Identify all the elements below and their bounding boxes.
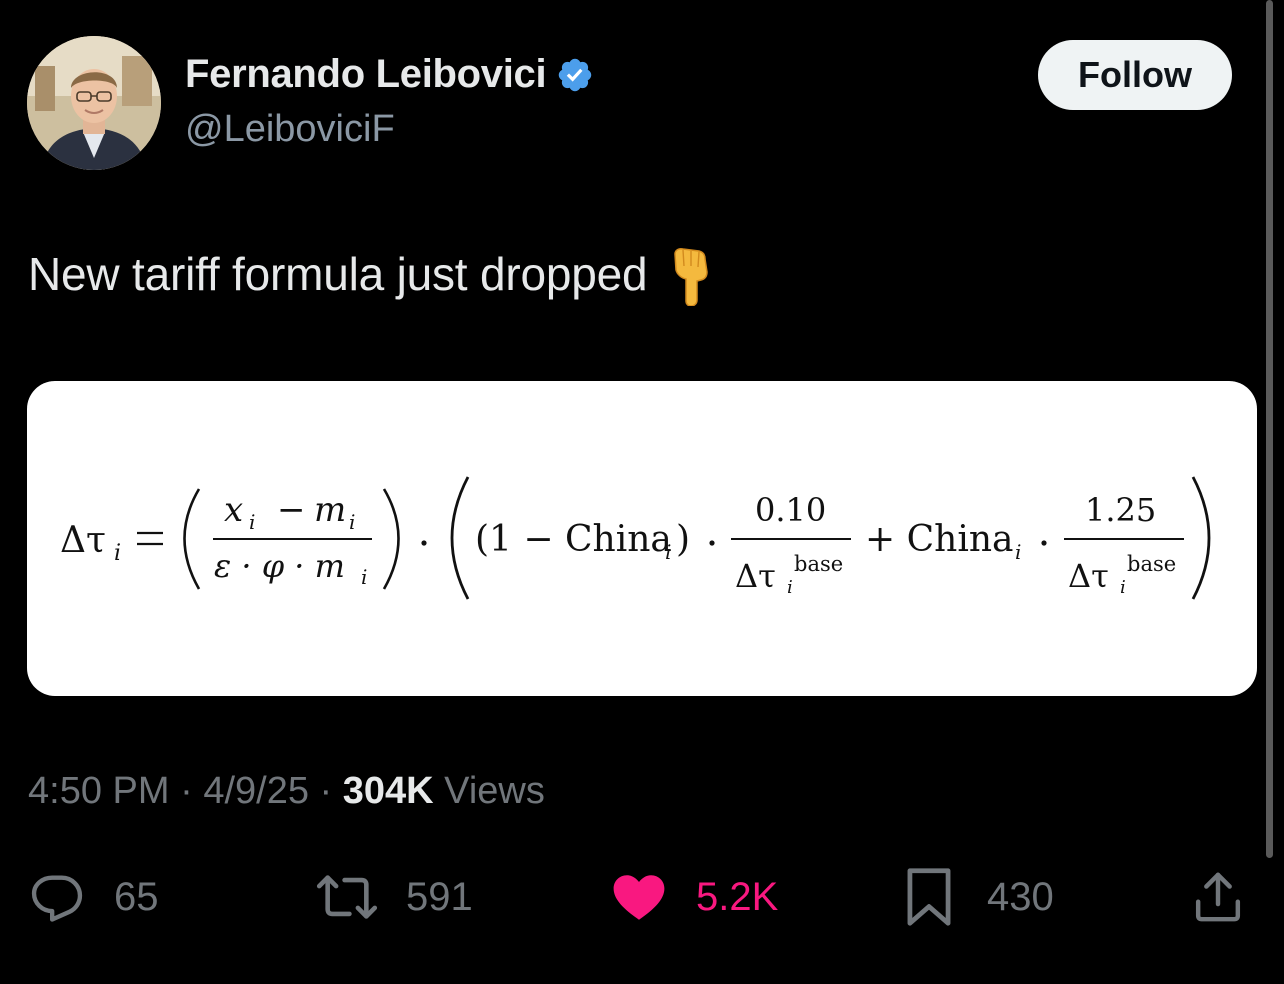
china-sub-1: i	[665, 540, 671, 564]
frac1-num-m-sub: i	[349, 510, 355, 534]
repost-icon	[316, 875, 378, 919]
frac3-den-sup: base	[1127, 552, 1176, 576]
tweet-detail: Fernando Leibovici @LeiboviciF Follow Ne…	[0, 0, 1284, 984]
frac3-den-sub: i	[1120, 577, 1126, 598]
frac3-num: 1.25	[1085, 491, 1156, 529]
formula-lhs-sub: i	[114, 541, 121, 566]
post-date[interactable]: 4/9/25	[203, 770, 309, 812]
mult-dot-2	[709, 540, 715, 546]
frac1-num-minus: −	[277, 490, 306, 530]
avatar-photo	[27, 36, 161, 170]
frac1-den: ε · φ · m	[214, 547, 345, 585]
author-name-row[interactable]: Fernando Leibovici	[185, 52, 594, 97]
frac1-den-sub: i	[361, 565, 367, 589]
like-button[interactable]: 5.2K	[610, 862, 778, 932]
china-sub-2: i	[1015, 540, 1021, 564]
like-count: 5.2K	[696, 874, 779, 919]
reply-button[interactable]: 65	[28, 862, 159, 932]
formula-image[interactable]: Δτ i x i − m i ε · φ · m i (1 − China i …	[27, 381, 1257, 696]
share-icon	[1195, 872, 1241, 922]
frac1-num-m: m	[314, 490, 346, 530]
bookmark-count: 430	[987, 874, 1054, 919]
pointing-down-emoji-icon	[674, 248, 709, 306]
plus-china: + China	[865, 519, 1014, 560]
reply-icon	[31, 875, 83, 922]
group-start: (1 − China	[475, 519, 672, 560]
frac1-num-x: x	[224, 490, 243, 530]
reply-count: 65	[114, 874, 159, 919]
scrollbar[interactable]	[1266, 0, 1273, 858]
repost-count: 591	[406, 874, 473, 919]
mult-dot-1	[421, 540, 427, 546]
paren-close-2	[1191, 476, 1211, 600]
post-text: New tariff formula just dropped	[28, 246, 715, 306]
share-button[interactable]	[1190, 862, 1246, 932]
author-handle[interactable]: @LeiboviciF	[185, 108, 395, 151]
formula-lhs: Δτ	[60, 520, 106, 561]
mult-dot-3	[1041, 540, 1047, 546]
tariff-formula: Δτ i x i − m i ε · φ · m i (1 − China i …	[60, 476, 1211, 600]
frac1-num-x-sub: i	[249, 510, 255, 534]
post-meta: 4:50 PM · 4/9/25 · 304K Views	[28, 770, 545, 813]
author-avatar[interactable]	[27, 36, 161, 170]
bookmark-button[interactable]: 430	[905, 862, 1054, 932]
paren-open-1	[183, 488, 201, 590]
repost-button[interactable]: 591	[314, 862, 473, 932]
post-body: New tariff formula just dropped	[28, 248, 648, 300]
group-close-paren: )	[676, 519, 690, 560]
follow-button[interactable]: Follow	[1038, 40, 1232, 110]
heart-icon	[613, 875, 665, 920]
author-display-name[interactable]: Fernando Leibovici	[185, 52, 547, 97]
paren-close-1	[382, 488, 400, 590]
frac3-den: Δτ	[1068, 557, 1109, 595]
verified-badge-icon[interactable]	[556, 56, 594, 94]
views-count[interactable]: 304K	[343, 770, 434, 812]
frac2-den-sup: base	[794, 552, 843, 576]
meta-separator: ·	[319, 770, 333, 812]
meta-separator: ·	[180, 770, 193, 812]
paren-open-2	[450, 476, 470, 600]
frac2-den: Δτ	[735, 557, 776, 595]
action-bar: 65 591 5.2K 430	[0, 862, 1284, 932]
bookmark-icon	[907, 868, 951, 926]
frac2-num: 0.10	[755, 491, 826, 529]
views-label[interactable]: Views	[444, 770, 545, 812]
post-time[interactable]: 4:50 PM	[28, 770, 170, 812]
frac2-den-sub: i	[787, 577, 793, 598]
